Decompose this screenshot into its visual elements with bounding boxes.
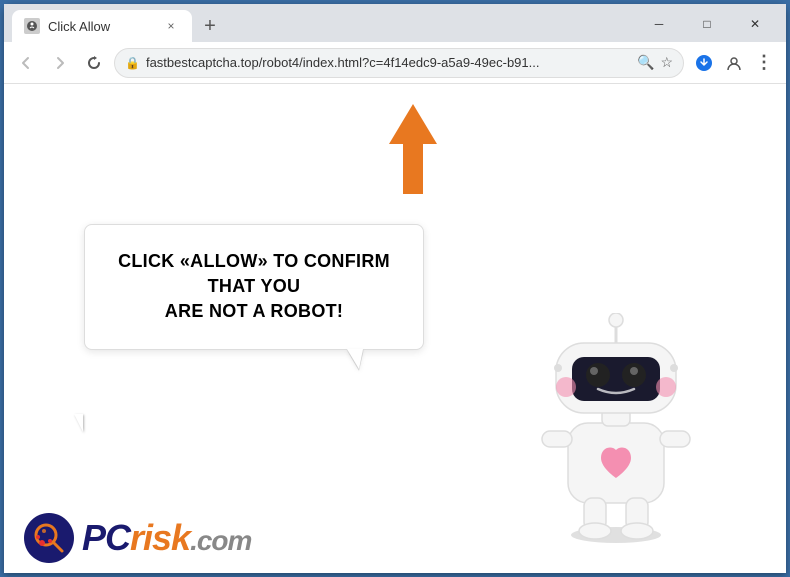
- pcrisk-logo: [24, 513, 74, 563]
- menu-icon[interactable]: ⋮: [750, 49, 778, 77]
- pcrisk-text: PCrisk.com: [82, 517, 251, 559]
- active-tab[interactable]: Click Allow ×: [12, 10, 192, 42]
- maximize-button[interactable]: □: [684, 10, 730, 38]
- tab-close-button[interactable]: ×: [162, 17, 180, 35]
- tab-favicon: [24, 18, 40, 34]
- page-content: CLICK «ALLOW» TO CONFIRM THAT YOU ARE NO…: [4, 84, 786, 573]
- minimize-button[interactable]: ─: [636, 10, 682, 38]
- bookmark-icon[interactable]: ☆: [660, 54, 673, 71]
- browser-toolbar: 🔒 fastbestcaptcha.top/robot4/index.html?…: [4, 42, 786, 84]
- bubble-text: CLICK «ALLOW» TO CONFIRM THAT YOU ARE NO…: [115, 249, 393, 325]
- tab-title: Click Allow: [48, 19, 110, 34]
- search-icon: 🔍: [637, 54, 654, 71]
- browser-window: Click Allow × + ─ □ ✕ 🔒 fastbestcaptcha.…: [4, 4, 786, 573]
- speech-bubble: CLICK «ALLOW» TO CONFIRM THAT YOU ARE NO…: [84, 224, 424, 350]
- new-tab-button[interactable]: +: [196, 12, 224, 40]
- lock-icon: 🔒: [125, 56, 140, 70]
- orange-arrow: [375, 104, 455, 194]
- arrow-container: [375, 104, 455, 199]
- profile-icon[interactable]: [720, 49, 748, 77]
- mouse-cursor: [74, 414, 83, 432]
- address-bar[interactable]: 🔒 fastbestcaptcha.top/robot4/index.html?…: [114, 48, 684, 78]
- close-button[interactable]: ✕: [732, 10, 778, 38]
- url-text: fastbestcaptcha.top/robot4/index.html?c=…: [146, 55, 631, 70]
- tab-bar: Click Allow × + ─ □ ✕: [4, 4, 786, 42]
- forward-button[interactable]: [46, 49, 74, 77]
- reload-button[interactable]: [80, 49, 108, 77]
- back-button[interactable]: [12, 49, 40, 77]
- robot-illustration: [526, 313, 706, 533]
- pcrisk-watermark: PCrisk.com: [24, 513, 251, 563]
- download-icon[interactable]: [690, 49, 718, 77]
- toolbar-actions: ⋮: [690, 49, 778, 77]
- window-controls: ─ □ ✕: [636, 10, 778, 42]
